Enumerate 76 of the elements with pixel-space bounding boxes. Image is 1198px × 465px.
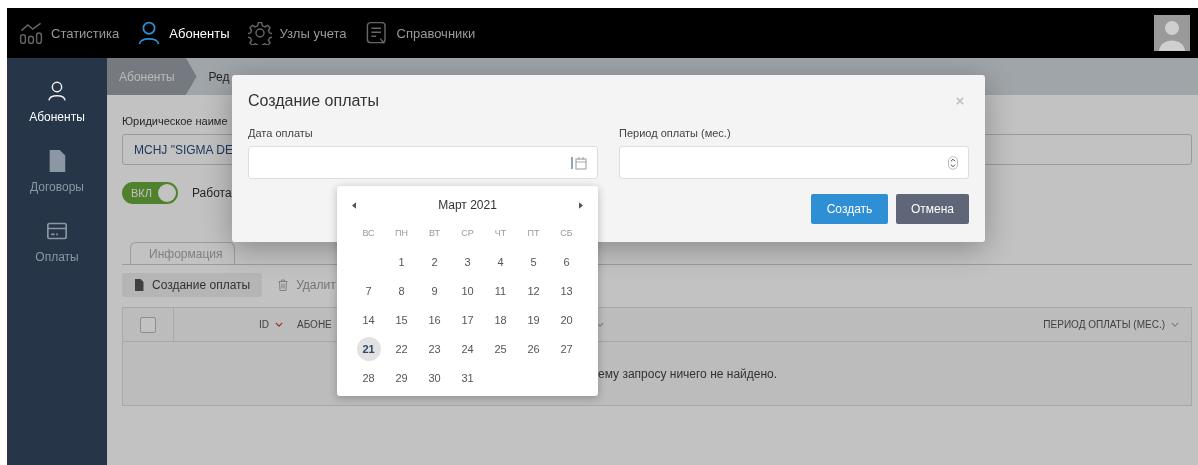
- calendar-day[interactable]: 17: [455, 307, 480, 332]
- calendar-day[interactable]: 1: [389, 249, 414, 274]
- create-button[interactable]: Создание оплаты: [122, 273, 263, 297]
- calendar-day[interactable]: 20: [554, 307, 579, 332]
- stepper-icon[interactable]: [948, 155, 958, 170]
- nav-tab[interactable]: Абоненты: [137, 21, 230, 45]
- status-label: Работа: [192, 186, 232, 200]
- field-label: Дата оплаты: [248, 127, 314, 139]
- next-month-icon[interactable]: [579, 201, 583, 209]
- document-list-icon: [364, 21, 389, 45]
- calendar-day[interactable]: 19: [521, 307, 546, 332]
- nav-tab[interactable]: Узлы учета: [247, 21, 347, 45]
- column-header[interactable]: АБОНЕ: [297, 319, 332, 330]
- close-icon[interactable]: [956, 97, 964, 105]
- sidebar-item[interactable]: Абоненты: [29, 80, 85, 124]
- number-field[interactable]: [619, 146, 969, 179]
- nav-tab[interactable]: Справочники: [364, 21, 476, 45]
- calendar-day[interactable]: 7: [356, 278, 381, 303]
- calendar-day[interactable]: 11: [488, 278, 513, 303]
- user-icon: [137, 21, 162, 45]
- column-header[interactable]: ID: [259, 319, 283, 330]
- calendar-day[interactable]: 2: [422, 249, 447, 274]
- calendar-day[interactable]: 24: [455, 336, 480, 361]
- calendar-day[interactable]: 30: [422, 365, 447, 390]
- avatar-icon[interactable]: [1154, 15, 1190, 51]
- checkbox[interactable]: [140, 316, 156, 333]
- field-label: Юридическое наиме: [122, 115, 229, 127]
- calendar-day[interactable]: 31: [455, 365, 480, 390]
- empty-message: ему запросу ничего не найдено.: [598, 366, 778, 381]
- month-title: Март 2021: [438, 198, 497, 212]
- calendar-day[interactable]: 8: [389, 278, 414, 303]
- sidebar-item[interactable]: Договоры: [30, 150, 84, 194]
- calendar-day[interactable]: 10: [455, 278, 480, 303]
- calendar-day[interactable]: 22: [389, 336, 414, 361]
- weekday-label: ЧТ: [494, 227, 507, 238]
- calendar-day[interactable]: 29: [389, 365, 414, 390]
- chart-icon: [19, 21, 43, 45]
- calendar-day[interactable]: 3: [455, 249, 480, 274]
- field-label: Период оплаты (мес.): [619, 127, 732, 139]
- user-icon: [47, 80, 67, 102]
- weekday-label: СР: [461, 227, 474, 238]
- cancel-button[interactable]: Отмена: [896, 194, 969, 224]
- credit-card-icon: [47, 220, 67, 242]
- document-icon: [134, 279, 144, 291]
- calendar-day[interactable]: 25: [488, 336, 513, 361]
- calendar-day[interactable]: 6: [554, 249, 579, 274]
- weekday-label: ВС: [362, 227, 375, 238]
- calendar-day[interactable]: 4: [488, 249, 513, 274]
- calendar-day[interactable]: 21: [356, 336, 381, 361]
- calendar-day[interactable]: 23: [422, 336, 447, 361]
- weekday-label: ВТ: [429, 227, 440, 238]
- calendar-day[interactable]: 26: [521, 336, 546, 361]
- calendar-day[interactable]: 14: [356, 307, 381, 332]
- calendar-day[interactable]: 13: [554, 278, 579, 303]
- calendar-icon: [571, 155, 587, 170]
- sidebar-item[interactable]: Оплаты: [35, 220, 79, 264]
- calendar-day[interactable]: 18: [488, 307, 513, 332]
- weekday-label: СБ: [560, 227, 573, 238]
- calendar-day[interactable]: 12: [521, 278, 546, 303]
- calendar-day[interactable]: 9: [422, 278, 447, 303]
- weekday-label: ПН: [395, 227, 408, 238]
- calendar-day[interactable]: 27: [554, 336, 579, 361]
- column-header[interactable]: ПЕРИОД ОПЛАТЫ (МЕС.): [1043, 319, 1179, 330]
- modal-title: Создание оплаты: [248, 92, 379, 110]
- gear-icon: [247, 21, 272, 45]
- previous-month-icon[interactable]: [352, 201, 356, 209]
- nav-tab[interactable]: Статистика: [19, 21, 120, 45]
- date-field[interactable]: [248, 146, 598, 179]
- calendar-day[interactable]: 5: [521, 249, 546, 274]
- trash-icon: [278, 279, 289, 291]
- calendar-day[interactable]: 15: [389, 307, 414, 332]
- weekday-label: ПТ: [527, 227, 540, 238]
- calendar-day[interactable]: 28: [356, 365, 381, 390]
- document-icon: [47, 150, 67, 172]
- calendar-day[interactable]: 16: [422, 307, 447, 332]
- create-button[interactable]: Создать: [811, 194, 888, 224]
